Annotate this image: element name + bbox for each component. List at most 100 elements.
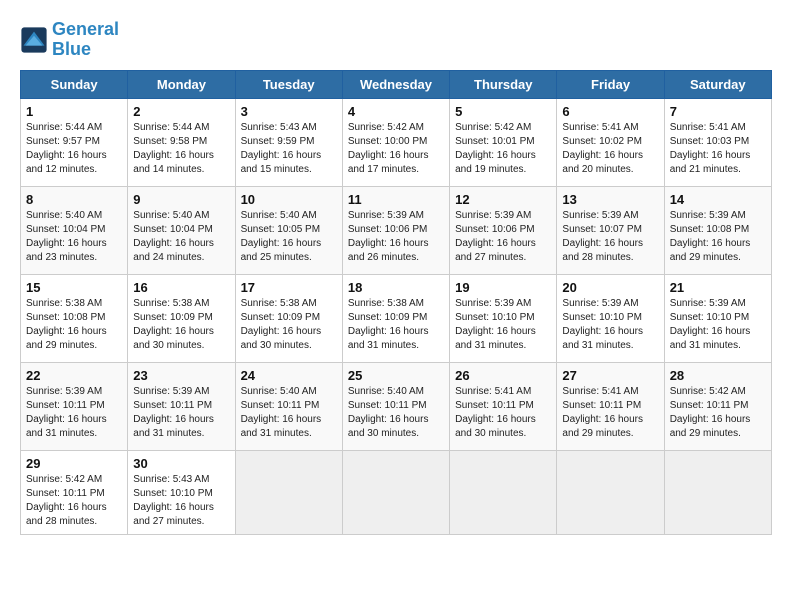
- day-number: 8: [26, 192, 122, 207]
- day-number: 30: [133, 456, 229, 471]
- calendar-cell: 15 Sunrise: 5:38 AM Sunset: 10:08 PM Day…: [21, 274, 128, 362]
- column-header-monday: Monday: [128, 70, 235, 98]
- calendar-cell: 22 Sunrise: 5:39 AM Sunset: 10:11 PM Day…: [21, 362, 128, 450]
- calendar-week-4: 22 Sunrise: 5:39 AM Sunset: 10:11 PM Day…: [21, 362, 772, 450]
- calendar-cell: 24 Sunrise: 5:40 AM Sunset: 10:11 PM Day…: [235, 362, 342, 450]
- day-number: 29: [26, 456, 122, 471]
- day-number: 22: [26, 368, 122, 383]
- day-info: Sunrise: 5:39 AM Sunset: 10:11 PM Daylig…: [26, 385, 122, 441]
- calendar-cell: [664, 450, 771, 534]
- day-number: 19: [455, 280, 551, 295]
- day-info: Sunrise: 5:42 AM Sunset: 10:11 PM Daylig…: [670, 385, 766, 441]
- day-info: Sunrise: 5:39 AM Sunset: 10:06 PM Daylig…: [455, 209, 551, 265]
- calendar-cell: 11 Sunrise: 5:39 AM Sunset: 10:06 PM Day…: [342, 186, 449, 274]
- logo-icon: [20, 26, 48, 54]
- day-info: Sunrise: 5:39 AM Sunset: 10:10 PM Daylig…: [562, 297, 658, 353]
- day-info: Sunrise: 5:42 AM Sunset: 10:11 PM Daylig…: [26, 473, 122, 529]
- calendar-week-3: 15 Sunrise: 5:38 AM Sunset: 10:08 PM Day…: [21, 274, 772, 362]
- calendar-cell: 17 Sunrise: 5:38 AM Sunset: 10:09 PM Day…: [235, 274, 342, 362]
- calendar-cell: [342, 450, 449, 534]
- day-info: Sunrise: 5:42 AM Sunset: 10:01 PM Daylig…: [455, 121, 551, 177]
- day-number: 20: [562, 280, 658, 295]
- calendar-cell: 25 Sunrise: 5:40 AM Sunset: 10:11 PM Day…: [342, 362, 449, 450]
- day-info: Sunrise: 5:38 AM Sunset: 10:08 PM Daylig…: [26, 297, 122, 353]
- day-number: 10: [241, 192, 337, 207]
- calendar-cell: [557, 450, 664, 534]
- calendar-cell: 16 Sunrise: 5:38 AM Sunset: 10:09 PM Day…: [128, 274, 235, 362]
- logo-text: General Blue: [52, 20, 119, 60]
- calendar-cell: 30 Sunrise: 5:43 AM Sunset: 10:10 PM Day…: [128, 450, 235, 534]
- column-header-tuesday: Tuesday: [235, 70, 342, 98]
- page-header: General Blue: [20, 20, 772, 60]
- day-number: 17: [241, 280, 337, 295]
- calendar-cell: [235, 450, 342, 534]
- day-number: 1: [26, 104, 122, 119]
- calendar-week-5: 29 Sunrise: 5:42 AM Sunset: 10:11 PM Day…: [21, 450, 772, 534]
- day-info: Sunrise: 5:41 AM Sunset: 10:03 PM Daylig…: [670, 121, 766, 177]
- day-info: Sunrise: 5:39 AM Sunset: 10:10 PM Daylig…: [670, 297, 766, 353]
- day-info: Sunrise: 5:44 AM Sunset: 9:58 PM Dayligh…: [133, 121, 229, 177]
- calendar-cell: 3 Sunrise: 5:43 AM Sunset: 9:59 PM Dayli…: [235, 98, 342, 186]
- day-info: Sunrise: 5:38 AM Sunset: 10:09 PM Daylig…: [348, 297, 444, 353]
- day-number: 18: [348, 280, 444, 295]
- calendar-cell: 5 Sunrise: 5:42 AM Sunset: 10:01 PM Dayl…: [450, 98, 557, 186]
- calendar-cell: 19 Sunrise: 5:39 AM Sunset: 10:10 PM Day…: [450, 274, 557, 362]
- day-number: 25: [348, 368, 444, 383]
- calendar-cell: 8 Sunrise: 5:40 AM Sunset: 10:04 PM Dayl…: [21, 186, 128, 274]
- column-header-sunday: Sunday: [21, 70, 128, 98]
- day-info: Sunrise: 5:39 AM Sunset: 10:11 PM Daylig…: [133, 385, 229, 441]
- calendar-cell: 12 Sunrise: 5:39 AM Sunset: 10:06 PM Day…: [450, 186, 557, 274]
- calendar-body: 1 Sunrise: 5:44 AM Sunset: 9:57 PM Dayli…: [21, 98, 772, 534]
- day-number: 24: [241, 368, 337, 383]
- calendar-cell: 4 Sunrise: 5:42 AM Sunset: 10:00 PM Dayl…: [342, 98, 449, 186]
- day-number: 28: [670, 368, 766, 383]
- day-info: Sunrise: 5:40 AM Sunset: 10:11 PM Daylig…: [241, 385, 337, 441]
- day-info: Sunrise: 5:39 AM Sunset: 10:06 PM Daylig…: [348, 209, 444, 265]
- calendar-cell: 9 Sunrise: 5:40 AM Sunset: 10:04 PM Dayl…: [128, 186, 235, 274]
- calendar-header-row: SundayMondayTuesdayWednesdayThursdayFrid…: [21, 70, 772, 98]
- day-info: Sunrise: 5:44 AM Sunset: 9:57 PM Dayligh…: [26, 121, 122, 177]
- day-info: Sunrise: 5:39 AM Sunset: 10:07 PM Daylig…: [562, 209, 658, 265]
- day-info: Sunrise: 5:40 AM Sunset: 10:11 PM Daylig…: [348, 385, 444, 441]
- day-number: 6: [562, 104, 658, 119]
- day-number: 2: [133, 104, 229, 119]
- calendar-cell: 26 Sunrise: 5:41 AM Sunset: 10:11 PM Day…: [450, 362, 557, 450]
- column-header-saturday: Saturday: [664, 70, 771, 98]
- day-info: Sunrise: 5:40 AM Sunset: 10:05 PM Daylig…: [241, 209, 337, 265]
- day-number: 27: [562, 368, 658, 383]
- day-number: 3: [241, 104, 337, 119]
- day-number: 12: [455, 192, 551, 207]
- calendar-cell: 14 Sunrise: 5:39 AM Sunset: 10:08 PM Day…: [664, 186, 771, 274]
- column-header-friday: Friday: [557, 70, 664, 98]
- day-info: Sunrise: 5:40 AM Sunset: 10:04 PM Daylig…: [133, 209, 229, 265]
- day-info: Sunrise: 5:41 AM Sunset: 10:02 PM Daylig…: [562, 121, 658, 177]
- calendar-cell: 7 Sunrise: 5:41 AM Sunset: 10:03 PM Dayl…: [664, 98, 771, 186]
- day-info: Sunrise: 5:39 AM Sunset: 10:08 PM Daylig…: [670, 209, 766, 265]
- column-header-wednesday: Wednesday: [342, 70, 449, 98]
- calendar-week-1: 1 Sunrise: 5:44 AM Sunset: 9:57 PM Dayli…: [21, 98, 772, 186]
- day-info: Sunrise: 5:43 AM Sunset: 9:59 PM Dayligh…: [241, 121, 337, 177]
- day-number: 13: [562, 192, 658, 207]
- calendar-table: SundayMondayTuesdayWednesdayThursdayFrid…: [20, 70, 772, 535]
- day-number: 15: [26, 280, 122, 295]
- day-info: Sunrise: 5:38 AM Sunset: 10:09 PM Daylig…: [133, 297, 229, 353]
- calendar-cell: 20 Sunrise: 5:39 AM Sunset: 10:10 PM Day…: [557, 274, 664, 362]
- day-number: 11: [348, 192, 444, 207]
- day-number: 5: [455, 104, 551, 119]
- calendar-cell: 6 Sunrise: 5:41 AM Sunset: 10:02 PM Dayl…: [557, 98, 664, 186]
- calendar-cell: 29 Sunrise: 5:42 AM Sunset: 10:11 PM Day…: [21, 450, 128, 534]
- logo: General Blue: [20, 20, 119, 60]
- day-number: 7: [670, 104, 766, 119]
- day-number: 4: [348, 104, 444, 119]
- day-info: Sunrise: 5:41 AM Sunset: 10:11 PM Daylig…: [562, 385, 658, 441]
- calendar-cell: 27 Sunrise: 5:41 AM Sunset: 10:11 PM Day…: [557, 362, 664, 450]
- day-info: Sunrise: 5:42 AM Sunset: 10:00 PM Daylig…: [348, 121, 444, 177]
- calendar-cell: 1 Sunrise: 5:44 AM Sunset: 9:57 PM Dayli…: [21, 98, 128, 186]
- day-number: 26: [455, 368, 551, 383]
- day-info: Sunrise: 5:40 AM Sunset: 10:04 PM Daylig…: [26, 209, 122, 265]
- day-number: 14: [670, 192, 766, 207]
- calendar-cell: 18 Sunrise: 5:38 AM Sunset: 10:09 PM Day…: [342, 274, 449, 362]
- day-number: 21: [670, 280, 766, 295]
- calendar-week-2: 8 Sunrise: 5:40 AM Sunset: 10:04 PM Dayl…: [21, 186, 772, 274]
- day-info: Sunrise: 5:41 AM Sunset: 10:11 PM Daylig…: [455, 385, 551, 441]
